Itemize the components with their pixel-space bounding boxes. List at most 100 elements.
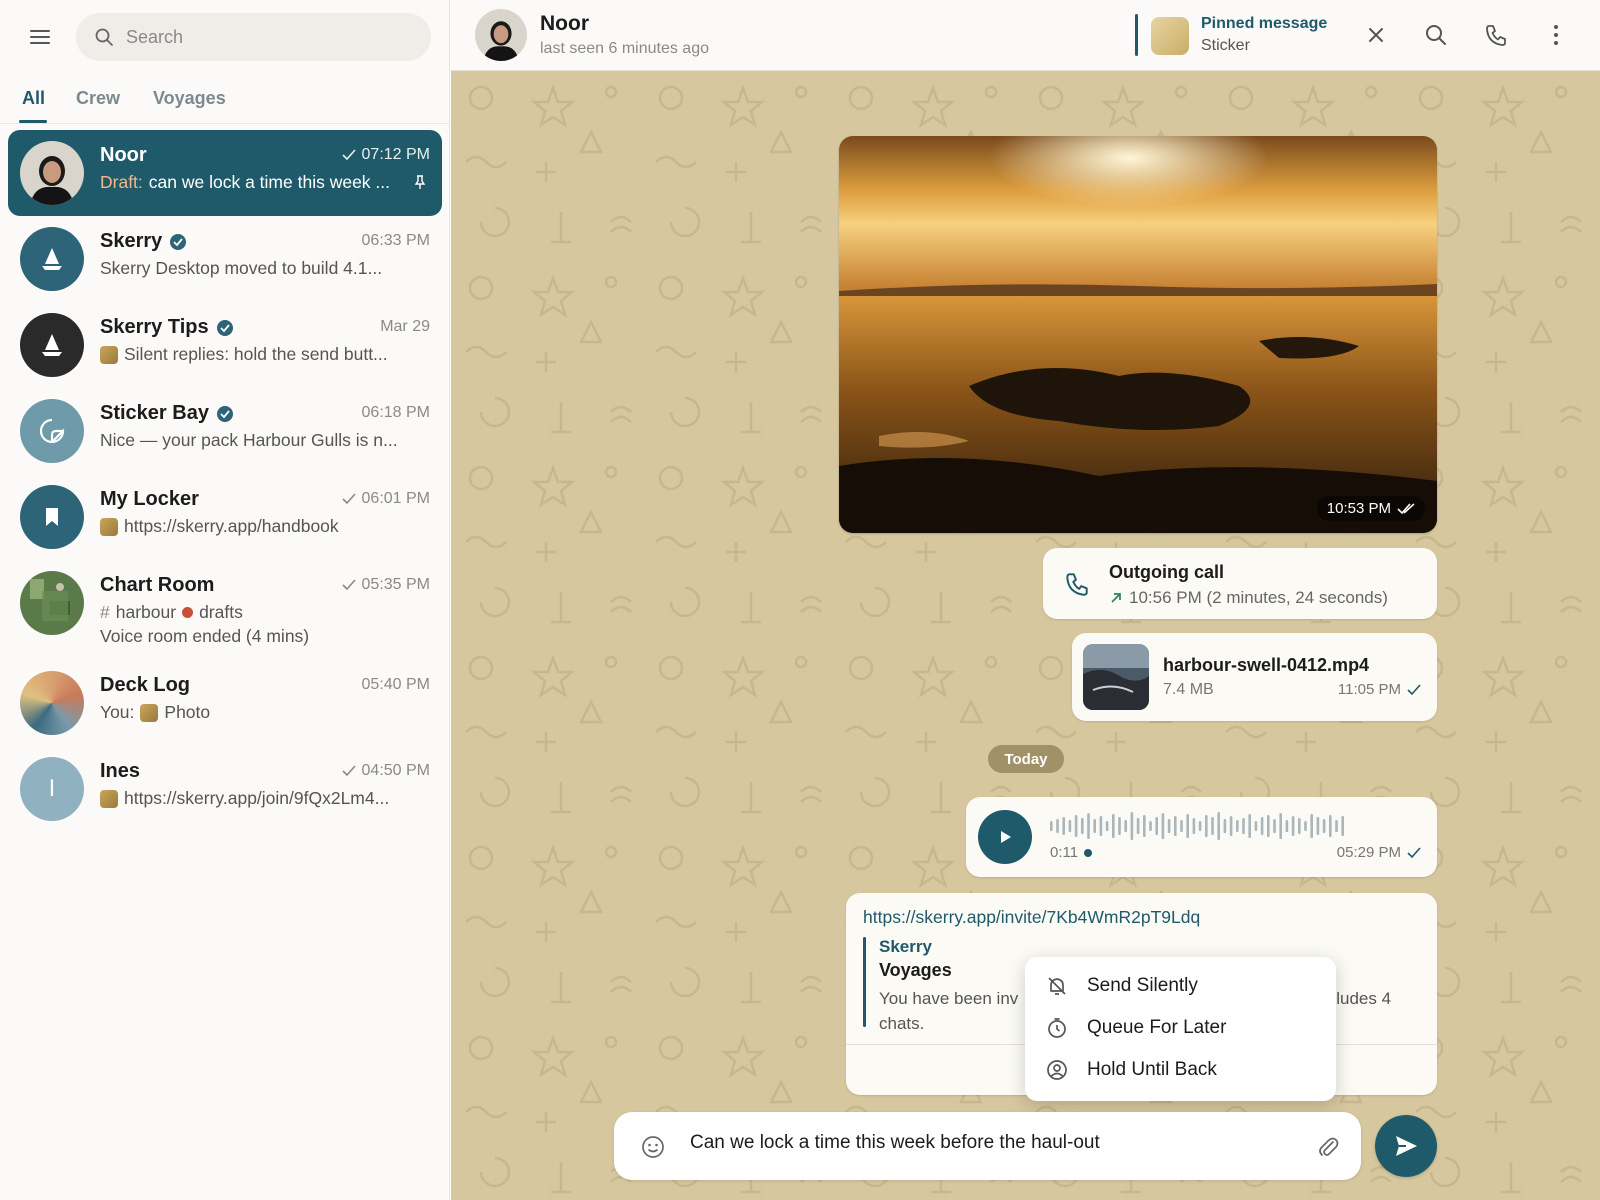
waveform-bar [1186,814,1189,838]
waveform-bar [1322,819,1326,833]
date-separator: Today [988,745,1064,773]
send-button[interactable] [1375,1115,1437,1177]
play-button[interactable] [978,810,1032,864]
arrow-up-right-icon [1111,593,1121,603]
chat-item-my-locker[interactable]: My Locker 06:01 PM https://skerry.app/ha… [8,474,442,560]
chat-preview: Skerry Desktop moved to build 4.1... [100,258,383,278]
waveform-bar [1310,814,1313,838]
avatar [20,227,84,291]
call-message[interactable]: Outgoing call 10:56 PM (2 minutes, 24 se… [1043,548,1437,619]
waveform-bar [1099,816,1103,836]
photo-message[interactable]: 10:53 PM [839,136,1437,533]
waveform-bar [1217,812,1220,840]
more-options-icon[interactable] [1543,22,1569,48]
menu-item-queue-for-later[interactable]: Queue For Later [1025,1007,1336,1049]
chat-item-chart-room[interactable]: Chart Room 05:35 PM # harbour drafts Voice… [8,560,442,660]
avatar[interactable] [475,9,527,61]
close-icon[interactable] [1363,22,1389,48]
chat-preview: You: Photo [100,702,211,722]
phone-icon[interactable] [1483,22,1509,48]
waveform-bar [1118,817,1121,835]
bell-off-icon [1048,977,1066,995]
message-time: 10:53 PM [1316,496,1425,521]
voice-message[interactable]: 0:11 05:29 PM [966,797,1437,877]
check-icon [1407,846,1421,858]
search-input[interactable] [126,26,406,48]
waveform-bar [1242,818,1245,834]
chat-item-skerry-tips[interactable]: Skerry Tips Mar 29 Silent replies: hold … [8,302,442,388]
chat-time: 04:50 PM [341,762,430,780]
chat-item-deck-log[interactable]: Deck Log 05:40 PM You: Photo [8,660,442,746]
waveform-bar [1161,813,1165,839]
pinned-title[interactable]: Pinned message [1201,15,1327,33]
play-icon [1001,831,1011,843]
verified-icon [216,405,233,422]
waveform-bar [1105,821,1109,831]
pin-icon [414,175,426,189]
media-thumbnail [140,703,159,722]
menu-item-send-silently[interactable]: Send Silently [1025,965,1336,1007]
media-thumbnail [100,517,118,536]
message-link[interactable]: https://skerry.app/invite/7Kb4WmR2pT9Ldq [863,907,1200,928]
waveform-bar [1198,821,1202,831]
search-icon [95,28,113,46]
waveform-bar [1167,819,1171,833]
waveform-bar [1341,816,1344,836]
waveform-bar [1136,818,1140,834]
voice-waveform[interactable] [1050,811,1350,841]
message-time: 05:29 PM [1337,844,1421,861]
waveform-bar [1081,818,1084,834]
chat-name: My Locker [100,488,199,510]
tab-voyages[interactable]: Voyages [153,88,226,109]
avatar [20,399,84,463]
chat-item-ines[interactable]: I Ines 04:50 PM https://skerry.app/join/… [8,746,442,832]
waveform-bar [1273,819,1276,833]
chat-item-skerry[interactable]: Skerry 06:33 PM Skerry Desktop moved to … [8,216,442,302]
file-message[interactable]: harbour-swell-0412.mp4 7.4 MB 11:05 PM [1072,633,1437,721]
menu-item-hold-until-back[interactable]: Hold Until Back [1025,1049,1336,1091]
search-icon[interactable] [1423,22,1449,48]
folder-tabs: All Crew Voyages [0,80,450,124]
draft-label: Draft: [100,172,143,192]
boat-icon [42,248,62,270]
avatar [20,671,84,735]
chat-preview: Draft: can we lock a time this week ... [100,172,391,192]
waveform-bar [1087,813,1090,839]
waveform-bar [1316,817,1320,835]
waveform-bar [1124,820,1127,832]
video-thumbnail[interactable] [1083,644,1149,710]
emoji-icon[interactable] [640,1134,666,1160]
peer-name[interactable]: Noor [540,12,589,36]
check-icon [341,149,356,161]
chat-time: Mar 29 [380,318,430,335]
waveform-bar [1279,813,1282,839]
voice-duration: 0:11 [1050,844,1093,861]
menu-icon[interactable] [28,26,54,48]
chat-time: 05:35 PM [341,576,430,594]
waveform-bar [1143,815,1146,837]
double-check-icon [1397,502,1415,514]
waveform-bar [1298,818,1301,834]
waveform-bar [1174,816,1177,836]
chat-name: Skerry Tips [100,316,234,339]
tab-crew[interactable]: Crew [76,88,120,109]
pinned-thumbnail[interactable] [1151,17,1189,55]
check-icon [341,493,356,505]
message-time: 11:05 PM [1338,681,1421,698]
chat-name: Ines [100,760,141,782]
message-input[interactable] [690,1132,1290,1154]
paperclip-icon[interactable] [1315,1134,1341,1160]
avatar: I [20,757,84,821]
avatar [20,485,84,549]
waveform-bar [1068,820,1072,832]
tab-all[interactable]: All [22,88,45,109]
user-circle-icon [1047,1060,1067,1080]
call-detail: 10:56 PM (2 minutes, 24 seconds) [1109,588,1388,608]
chat-name: Sticker Bay [100,402,234,425]
chat-item-sticker-bay[interactable]: Sticker Bay 06:18 PM Nice — your pack Ha… [8,388,442,474]
search-box[interactable] [76,13,431,61]
message-composer [614,1112,1361,1180]
call-title: Outgoing call [1109,562,1224,582]
media-thumbnail [100,345,118,364]
chat-item-noor[interactable]: Noor 07:12 PM Draft: can we lock a time t… [8,130,442,216]
